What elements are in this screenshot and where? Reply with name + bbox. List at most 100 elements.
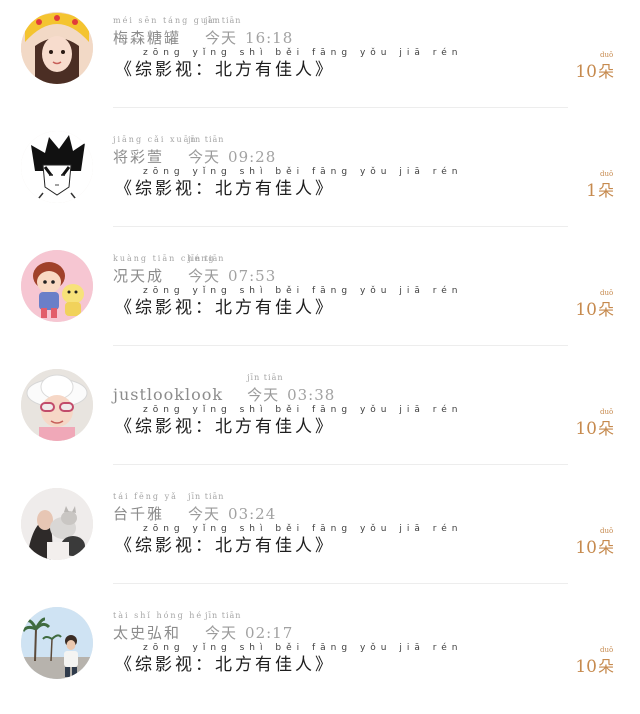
timestamp: jīn tiān 今天 02:17 — [205, 611, 293, 641]
divider — [113, 464, 568, 465]
time-pinyin: jīn tiān — [188, 492, 225, 501]
time-pinyin: jīn tiān — [205, 16, 242, 25]
flower-count-number: 10 — [575, 538, 597, 558]
flower-count: 10 duǒ 朵 — [575, 48, 614, 82]
book-title-pinyin: zōng yǐng shì běi fāng yǒu jiā rén — [143, 48, 463, 58]
time-pinyin: jīn tiān — [247, 373, 284, 382]
timestamp: jīn tiān 今天 09:28 — [188, 135, 276, 165]
avatar[interactable] — [21, 369, 93, 441]
book-title-pinyin: zōng yǐng shì běi fāng yǒu jiā rén — [143, 405, 463, 415]
timestamp: jīn tiān 今天 16:18 — [205, 16, 293, 46]
flower-unit-text: 朵 — [597, 62, 614, 81]
flower-unit-text: 朵 — [597, 300, 614, 319]
flower-unit-pinyin: duǒ — [599, 527, 614, 535]
avatar[interactable] — [21, 250, 93, 322]
flower-count-number: 10 — [575, 62, 597, 82]
user-name[interactable]: méi sēn táng guàn 梅森糖罐 — [113, 16, 220, 47]
flower-count-number: 10 — [575, 657, 597, 677]
child-white-hat-sunglasses-avatar — [21, 369, 93, 441]
flower-unit-text: 朵 — [597, 419, 614, 438]
name-line: jiāng cǎi xuān 将彩萱 jīn tiān 今天 09:28 — [113, 131, 276, 165]
user-name[interactable]: jiāng cǎi xuān 将彩萱 — [113, 135, 196, 166]
flower-count-unit: duǒ 朵 — [598, 646, 614, 677]
flower-unit-pinyin: duǒ — [599, 170, 614, 178]
name-line: tài shǐ hóng hé 太史弘和 jīn tiān 今天 02:17 — [113, 607, 293, 641]
anime-boy-sketch-avatar — [21, 131, 93, 203]
time-label: 今天 — [247, 386, 280, 404]
list-item[interactable]: tái fēng yǎ 台千雅 jīn tiān 今天 03:24 zōng yǐ… — [0, 476, 640, 595]
time-value: 02:17 — [245, 624, 294, 642]
user-name-text: 梅森糖罐 — [113, 29, 182, 47]
flower-count: 1 duǒ 朵 — [586, 167, 614, 201]
flower-unit-pinyin: duǒ — [599, 646, 614, 654]
name-line: justlooklook jīn tiān 今天 03:38 — [113, 369, 335, 403]
book-title-pinyin: zōng yǐng shì běi fāng yǒu jiā rén — [143, 524, 463, 534]
user-name[interactable]: justlooklook — [113, 387, 223, 403]
flower-unit-pinyin: duǒ — [599, 51, 614, 59]
time-value: 07:53 — [228, 267, 277, 285]
time-label: 今天 — [205, 29, 238, 47]
user-name-pinyin: tái fēng yǎ — [113, 492, 178, 501]
woman-with-cat-avatar — [21, 488, 93, 560]
time-pinyin: jīn tiān — [188, 254, 225, 263]
flower-count-unit: duǒ 朵 — [598, 408, 614, 439]
time-label: 今天 — [205, 624, 238, 642]
user-name[interactable]: tài shǐ hóng hé 太史弘和 — [113, 611, 201, 642]
book-title-text: 《综影视：北方有佳人》 — [115, 60, 335, 80]
flower-count-number: 10 — [575, 300, 597, 320]
time-label: 今天 — [188, 505, 221, 523]
flower-unit-text: 朵 — [597, 181, 614, 200]
time-value: 09:28 — [228, 148, 277, 166]
time-label: 今天 — [188, 148, 221, 166]
person-palm-trees-avatar — [21, 607, 93, 679]
flower-count-unit: duǒ 朵 — [598, 170, 614, 201]
flower-count: 10 duǒ 朵 — [575, 524, 614, 558]
avatar[interactable] — [21, 607, 93, 679]
gift-record-list: méi sēn táng guàn 梅森糖罐 jīn tiān 今天 16:18 … — [0, 0, 640, 713]
avatar[interactable] — [21, 131, 93, 203]
user-name[interactable]: kuàng tiān chéng 况天成 — [113, 254, 213, 285]
book-title-pinyin: zōng yǐng shì běi fāng yǒu jiā rén — [143, 286, 463, 296]
flower-count: 10 duǒ 朵 — [575, 405, 614, 439]
divider — [113, 583, 568, 584]
flower-unit-pinyin: duǒ — [599, 408, 614, 416]
user-name[interactable]: tái fēng yǎ 台千雅 — [113, 492, 176, 523]
flower-count-unit: duǒ 朵 — [598, 51, 614, 82]
book-title-text: 《综影视：北方有佳人》 — [115, 417, 335, 437]
time-label: 今天 — [188, 267, 221, 285]
name-line: méi sēn táng guàn 梅森糖罐 jīn tiān 今天 16:18 — [113, 12, 293, 46]
avatar[interactable] — [21, 12, 93, 84]
girl-cat-ear-hood-avatar — [21, 12, 93, 84]
user-name-text: 台千雅 — [113, 505, 165, 523]
list-item[interactable]: tài shǐ hóng hé 太史弘和 jīn tiān 今天 02:17 zō… — [0, 595, 640, 714]
cartoon-kids-pink-avatar — [21, 250, 93, 322]
time-value: 03:24 — [228, 505, 277, 523]
list-item[interactable]: méi sēn táng guàn 梅森糖罐 jīn tiān 今天 16:18 … — [0, 0, 640, 119]
user-name-text: 将彩萱 — [113, 148, 165, 166]
flower-count-number: 1 — [586, 181, 597, 201]
avatar[interactable] — [21, 488, 93, 560]
timestamp: jīn tiān 今天 07:53 — [188, 254, 276, 284]
flower-count-unit: duǒ 朵 — [598, 527, 614, 558]
user-name-text: 太史弘和 — [113, 624, 182, 642]
time-pinyin: jīn tiān — [188, 135, 225, 144]
book-title-text: 《综影视：北方有佳人》 — [115, 179, 335, 199]
name-line: kuàng tiān chéng 况天成 jīn tiān 今天 07:53 — [113, 250, 276, 284]
list-item[interactable]: kuàng tiān chéng 况天成 jīn tiān 今天 07:53 zō… — [0, 238, 640, 357]
divider — [113, 226, 568, 227]
flower-count-unit: duǒ 朵 — [598, 289, 614, 320]
flower-count: 10 duǒ 朵 — [575, 643, 614, 677]
flower-count-number: 10 — [575, 419, 597, 439]
book-title-text: 《综影视：北方有佳人》 — [115, 298, 335, 318]
time-value: 16:18 — [245, 29, 294, 47]
user-name-pinyin: jiāng cǎi xuān — [113, 135, 198, 144]
list-item[interactable]: justlooklook jīn tiān 今天 03:38 zōng yǐng … — [0, 357, 640, 476]
time-value: 03:38 — [287, 386, 336, 404]
user-name-text: 况天成 — [113, 267, 165, 285]
flower-count: 10 duǒ 朵 — [575, 286, 614, 320]
time-pinyin: jīn tiān — [205, 611, 242, 620]
user-name-pinyin: tài shǐ hóng hé — [113, 611, 204, 620]
timestamp: jīn tiān 今天 03:24 — [188, 492, 276, 522]
flower-unit-text: 朵 — [597, 538, 614, 557]
list-item[interactable]: jiāng cǎi xuān 将彩萱 jīn tiān 今天 09:28 zōng… — [0, 119, 640, 238]
